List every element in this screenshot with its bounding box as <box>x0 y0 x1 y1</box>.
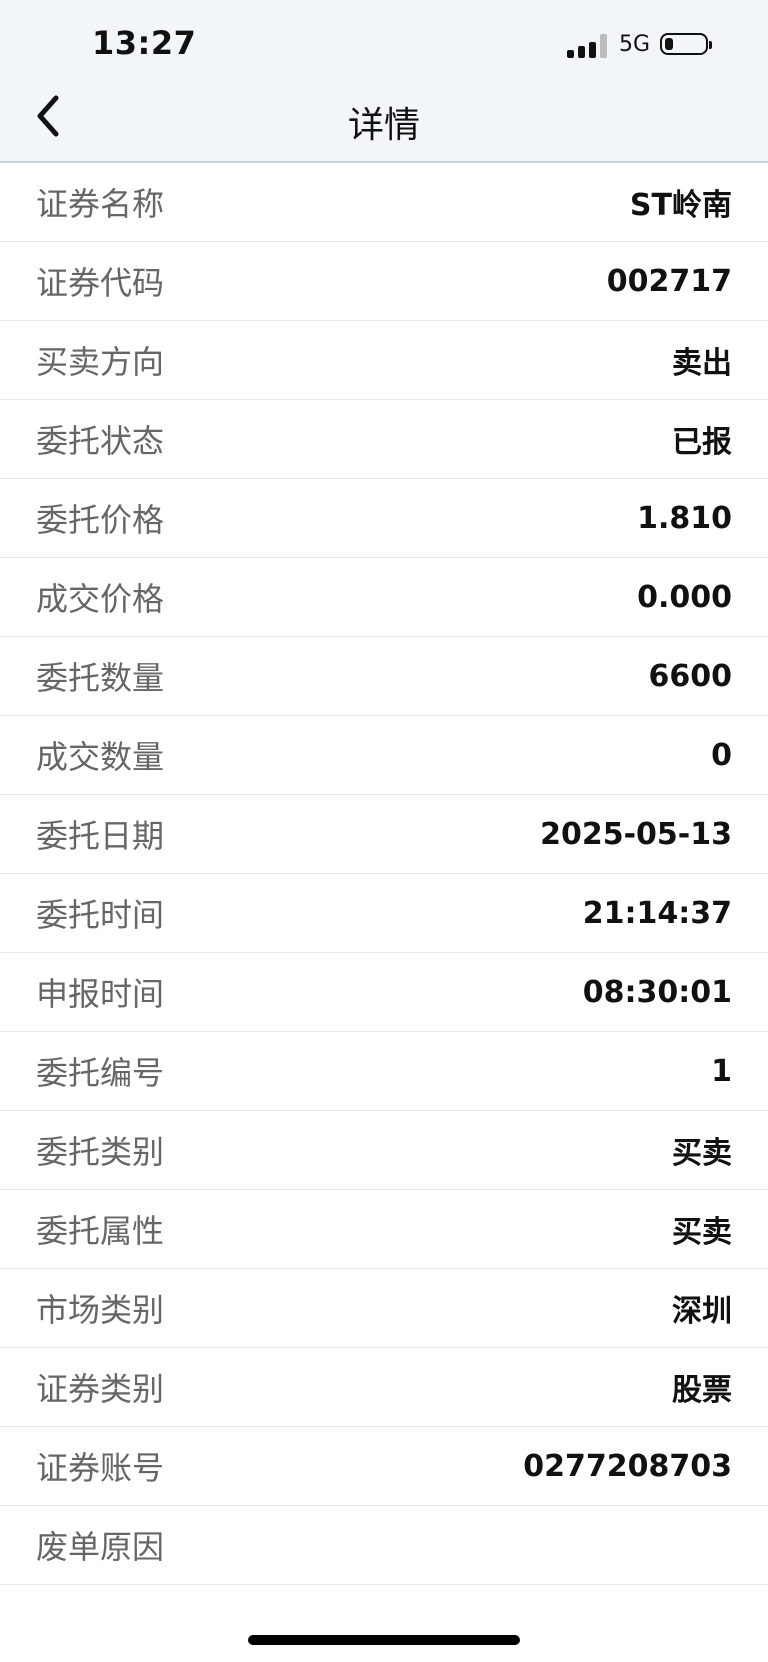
detail-row-fill-quantity: 成交数量 0 <box>0 716 768 795</box>
network-type: 5G <box>618 31 650 57</box>
detail-value: 08:30:01 <box>582 974 732 1010</box>
detail-label: 委托时间 <box>36 896 165 934</box>
detail-row-security-account: 证券账号 0277208703 <box>0 1427 768 1506</box>
detail-label: 成交价格 <box>36 580 165 618</box>
detail-row-order-quantity: 委托数量 6600 <box>0 637 768 716</box>
detail-label: 证券账号 <box>36 1449 165 1487</box>
detail-label: 委托类别 <box>36 1133 165 1171</box>
detail-row-security-name: 证券名称 ST岭南 <box>0 163 768 242</box>
detail-label: 证券类别 <box>36 1370 165 1408</box>
detail-value: 2025-05-13 <box>540 816 732 852</box>
detail-label: 委托状态 <box>36 422 165 460</box>
detail-row-order-status: 委托状态 已报 <box>0 400 768 479</box>
detail-row-order-number: 委托编号 1 <box>0 1032 768 1111</box>
detail-row-report-time: 申报时间 08:30:01 <box>0 953 768 1032</box>
detail-value: 1.810 <box>637 500 732 536</box>
detail-value: 已报 <box>672 425 732 460</box>
detail-label: 委托属性 <box>36 1212 165 1250</box>
detail-value: 买卖 <box>672 1215 732 1250</box>
detail-label: 成交数量 <box>36 738 165 776</box>
detail-value: 0 <box>711 737 732 773</box>
detail-value: 002717 <box>606 263 732 299</box>
signal-strength-icon <box>566 30 609 58</box>
battery-icon <box>660 33 712 55</box>
page-title: 详情 <box>347 105 420 146</box>
home-indicator[interactable] <box>248 1635 520 1645</box>
detail-value: 0277208703 <box>523 1448 732 1484</box>
detail-value: 21:14:37 <box>582 895 732 931</box>
detail-row-order-attribute: 委托属性 买卖 <box>0 1190 768 1269</box>
detail-value: 深圳 <box>672 1294 732 1329</box>
detail-label: 证券代码 <box>36 264 165 302</box>
detail-label: 申报时间 <box>36 975 165 1013</box>
detail-label: 废单原因 <box>36 1528 165 1566</box>
detail-label: 市场类别 <box>36 1291 165 1329</box>
detail-label: 证券名称 <box>36 185 165 223</box>
detail-value: 6600 <box>648 658 733 694</box>
detail-label: 委托编号 <box>36 1054 165 1092</box>
detail-label: 委托日期 <box>36 817 165 855</box>
detail-row-security-code: 证券代码 002717 <box>0 242 768 321</box>
detail-value: ST岭南 <box>629 188 732 223</box>
status-icons: 5G <box>566 30 712 58</box>
detail-list: 证券名称 ST岭南 证券代码 002717 买卖方向 卖出 委托状态 已报 委托… <box>0 163 768 1585</box>
detail-row-security-category: 证券类别 股票 <box>0 1348 768 1427</box>
detail-row-order-date: 委托日期 2025-05-13 <box>0 795 768 874</box>
detail-label: 买卖方向 <box>36 343 165 381</box>
detail-value: 1 <box>711 1053 732 1089</box>
detail-value: 0.000 <box>637 579 732 615</box>
detail-row-trade-direction: 买卖方向 卖出 <box>0 321 768 400</box>
detail-row-rejection-reason: 废单原因 <box>0 1506 768 1585</box>
detail-value: 股票 <box>672 1373 732 1408</box>
status-time: 13:27 <box>92 24 197 62</box>
detail-value: 买卖 <box>672 1136 732 1171</box>
detail-row-order-category: 委托类别 买卖 <box>0 1111 768 1190</box>
detail-label: 委托数量 <box>36 659 165 697</box>
detail-row-market-category: 市场类别 深圳 <box>0 1269 768 1348</box>
detail-row-order-price: 委托价格 1.810 <box>0 479 768 558</box>
top-bar: 13:27 5G 详情 <box>0 0 768 163</box>
battery-level <box>665 38 673 50</box>
detail-label: 委托价格 <box>36 501 165 539</box>
detail-row-order-time: 委托时间 21:14:37 <box>0 874 768 953</box>
detail-value: 卖出 <box>672 346 732 381</box>
detail-row-fill-price: 成交价格 0.000 <box>0 558 768 637</box>
